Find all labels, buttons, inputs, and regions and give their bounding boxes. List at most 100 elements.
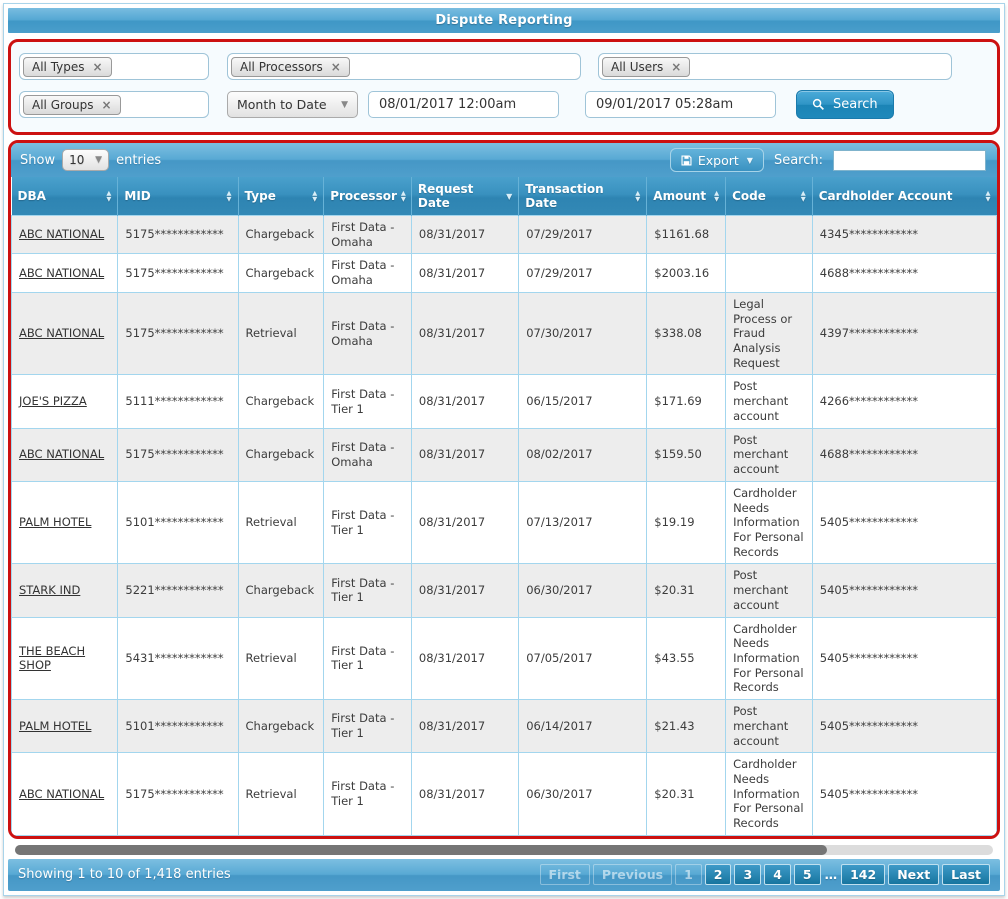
cell-dba: JOE'S PIZZA (12, 375, 118, 428)
cell-mid: 5175************ (118, 292, 238, 375)
dba-link[interactable]: PALM HOTEL (19, 719, 91, 733)
export-button[interactable]: Export ▼ (670, 148, 764, 172)
date-to-input[interactable]: 09/01/2017 05:28am (585, 91, 776, 118)
dba-link[interactable]: STARK IND (19, 583, 80, 597)
cell-cardholder: 4688************ (812, 254, 996, 292)
dba-link[interactable]: ABC NATIONAL (19, 227, 104, 241)
column-header-dba[interactable]: DBA▲▼ (12, 177, 118, 216)
cell-mid: 5175************ (118, 254, 238, 292)
page-button-142[interactable]: 142 (841, 864, 885, 885)
table-row: ABC NATIONAL5175************ChargebackFi… (12, 254, 997, 292)
cell-cardholder: 5405************ (812, 617, 996, 700)
cell-cardholder: 4688************ (812, 428, 996, 481)
page-button-previous: Previous (593, 864, 672, 885)
page-button-first: First (540, 864, 590, 885)
cell-amount: $43.55 (647, 617, 726, 700)
dba-link[interactable]: ABC NATIONAL (19, 266, 104, 280)
dba-link[interactable]: ABC NATIONAL (19, 787, 104, 801)
scrollbar-thumb[interactable] (15, 845, 827, 855)
remove-group-filter-icon[interactable]: × (101, 98, 111, 112)
cell-type: Retrieval (238, 292, 324, 375)
cell-amount: $2003.16 (647, 254, 726, 292)
results-panel-annotation-box: Show 10 ▼ entries Export ▼ Search (8, 140, 1000, 839)
cell-code: Post merchant account (726, 428, 813, 481)
page-button-4[interactable]: 4 (764, 864, 791, 885)
column-header-transaction-date[interactable]: Transaction Date▲▼ (519, 177, 647, 216)
search-button[interactable]: Search (796, 90, 894, 119)
cell-dba: PALM HOTEL (12, 481, 118, 564)
search-button-label: Search (833, 97, 878, 112)
save-disk-icon (681, 155, 692, 166)
remove-user-filter-icon[interactable]: × (671, 60, 681, 74)
pagination: FirstPrevious12345…142NextLast (540, 864, 991, 885)
chevron-down-icon: ▼ (95, 155, 102, 165)
column-header-code[interactable]: Code▲▼ (726, 177, 813, 216)
remove-type-filter-icon[interactable]: × (93, 60, 103, 74)
page-button-5[interactable]: 5 (794, 864, 821, 885)
table-row: ABC NATIONAL5175************RetrievalFir… (12, 292, 997, 375)
column-header-cardholder-account[interactable]: Cardholder Account▲▼ (812, 177, 996, 216)
cell-type: Retrieval (238, 481, 324, 564)
column-header-request-date[interactable]: Request Date▼ (411, 177, 518, 216)
processor-filter-input[interactable]: All Processors × (227, 53, 581, 80)
table-row: THE BEACH SHOP5431************RetrievalF… (12, 617, 997, 700)
cell-request-date: 08/31/2017 (411, 617, 518, 700)
column-header-mid[interactable]: MID▲▼ (118, 177, 238, 216)
dba-link[interactable]: ABC NATIONAL (19, 447, 104, 461)
cell-amount: $338.08 (647, 292, 726, 375)
cell-request-date: 08/31/2017 (411, 216, 518, 254)
dba-link[interactable]: ABC NATIONAL (19, 326, 104, 340)
cell-request-date: 08/31/2017 (411, 700, 518, 753)
dba-link[interactable]: THE BEACH SHOP (19, 644, 85, 673)
table-search-input[interactable] (833, 150, 986, 171)
column-header-type[interactable]: Type▲▼ (238, 177, 324, 216)
table-row: PALM HOTEL5101************RetrievalFirst… (12, 481, 997, 564)
page-button-2[interactable]: 2 (705, 864, 732, 885)
user-filter-input[interactable]: All Users × (598, 53, 952, 80)
cell-code: Post merchant account (726, 564, 813, 617)
dba-link[interactable]: JOE'S PIZZA (19, 394, 87, 408)
cell-mid: 5175************ (118, 753, 238, 836)
entries-label: entries (116, 153, 161, 168)
sort-both-icon: ▲▼ (986, 190, 991, 202)
page-button-next[interactable]: Next (888, 864, 939, 885)
cell-amount: $21.43 (647, 700, 726, 753)
page-button-last[interactable]: Last (942, 864, 990, 885)
horizontal-scrollbar[interactable] (15, 845, 993, 855)
table-row: STARK IND5221************ChargebackFirst… (12, 564, 997, 617)
cell-dba: THE BEACH SHOP (12, 617, 118, 700)
cell-processor: First Data - Tier 1 (324, 617, 412, 700)
cell-transaction-date: 06/15/2017 (519, 375, 647, 428)
date-from-input[interactable]: 08/01/2017 12:00am (368, 91, 559, 118)
cell-transaction-date: 07/29/2017 (519, 254, 647, 292)
processor-filter-tag: All Processors × (231, 57, 350, 77)
cell-processor: First Data - Omaha (324, 428, 412, 481)
cell-code: Cardholder Needs Information For Persona… (726, 481, 813, 564)
cell-type: Retrieval (238, 617, 324, 700)
type-filter-input[interactable]: All Types × (19, 53, 209, 80)
column-header-processor[interactable]: Processor▲▼ (324, 177, 412, 216)
cell-dba: PALM HOTEL (12, 700, 118, 753)
cell-dba: ABC NATIONAL (12, 428, 118, 481)
cell-cardholder: 4397************ (812, 292, 996, 375)
dba-link[interactable]: PALM HOTEL (19, 515, 91, 529)
cell-transaction-date: 07/05/2017 (519, 617, 647, 700)
cell-processor: First Data - Tier 1 (324, 375, 412, 428)
cell-mid: 5101************ (118, 700, 238, 753)
table-body: ABC NATIONAL5175************ChargebackFi… (12, 216, 997, 836)
page-button-3[interactable]: 3 (734, 864, 761, 885)
page-size-select[interactable]: 10 ▼ (62, 149, 109, 171)
date-range-select[interactable]: Month to Date ▼ (227, 91, 358, 118)
remove-processor-filter-icon[interactable]: × (331, 60, 341, 74)
cell-code: Cardholder Needs Information For Persona… (726, 753, 813, 836)
processor-filter-tag-label: All Processors (240, 60, 323, 74)
cell-amount: $1161.68 (647, 216, 726, 254)
column-header-amount[interactable]: Amount▲▼ (647, 177, 726, 216)
table-tools: Export ▼ Search: (670, 148, 988, 172)
cell-cardholder: 4266************ (812, 375, 996, 428)
page-size-value: 10 (69, 153, 84, 167)
sort-both-icon: ▲▼ (227, 190, 232, 202)
table-header-row: DBA▲▼MID▲▼Type▲▼Processor▲▼Request Date▼… (12, 177, 997, 216)
user-filter-tag-label: All Users (611, 60, 663, 74)
group-filter-input[interactable]: All Groups × (19, 91, 209, 118)
